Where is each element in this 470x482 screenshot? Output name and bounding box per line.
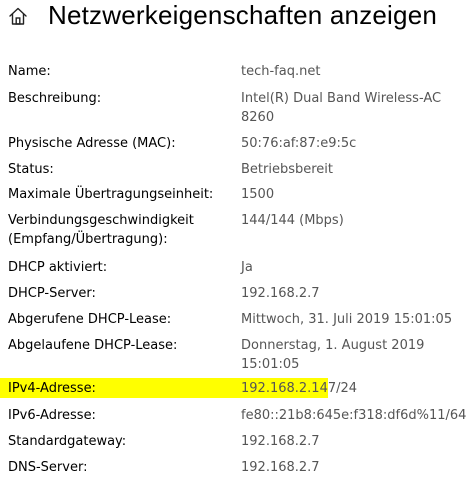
property-value[interactable]: Betriebsbereit	[241, 160, 466, 179]
property-label: Abgelaufene DHCP-Lease:	[8, 338, 178, 353]
property-label: Abgerufene DHCP-Lease:	[8, 312, 172, 327]
property-label: Name:	[8, 64, 51, 79]
ipv4-prefix: /24	[336, 381, 358, 396]
property-value[interactable]: 192.168.2.7	[241, 432, 466, 451]
property-label: DHCP-Server:	[8, 286, 96, 301]
ipv4-address: 192.168.2.147	[241, 381, 337, 396]
property-label: DNS-Server:	[8, 460, 88, 475]
property-value[interactable]: fe80::21b8:645e:f318:df6d%11/64	[241, 406, 466, 425]
property-label: IPv6-Adresse:	[8, 408, 96, 423]
property-value[interactable]: Intel(R) Dual Band Wireless-AC 8260	[241, 89, 466, 127]
property-label: Maximale Übertragungseinheit:	[8, 187, 214, 202]
property-value[interactable]: Ja	[241, 258, 466, 277]
property-label: Verbindungsgeschwindigkeit (Empfang/Über…	[8, 213, 194, 247]
property-value[interactable]: tech-faq.net	[241, 62, 466, 81]
property-label: DHCP aktiviert:	[8, 260, 108, 275]
property-value[interactable]: 192.168.2.7	[241, 458, 466, 477]
property-label: Standardgateway:	[8, 434, 127, 449]
property-value[interactable]: 144/144 (Mbps)	[241, 211, 466, 230]
property-value[interactable]: Donnerstag, 1. August 2019 15:01:05	[241, 336, 466, 374]
property-value[interactable]: 1500	[241, 185, 466, 204]
property-label: Status:	[8, 162, 54, 177]
properties-list: Name: tech-faq.net Beschreibung: Intel(R…	[0, 0, 470, 482]
property-label: IPv4-Adresse:	[8, 381, 96, 396]
property-value[interactable]: 192.168.2.147/24	[241, 379, 466, 398]
property-label: Physische Adresse (MAC):	[8, 136, 176, 151]
property-label: Beschreibung:	[8, 91, 102, 106]
property-value[interactable]: 50:76:af:87:e9:5c	[241, 134, 466, 153]
property-value[interactable]: 192.168.2.7	[241, 284, 466, 303]
property-value[interactable]: Mittwoch, 31. Juli 2019 15:01:05	[241, 310, 466, 329]
